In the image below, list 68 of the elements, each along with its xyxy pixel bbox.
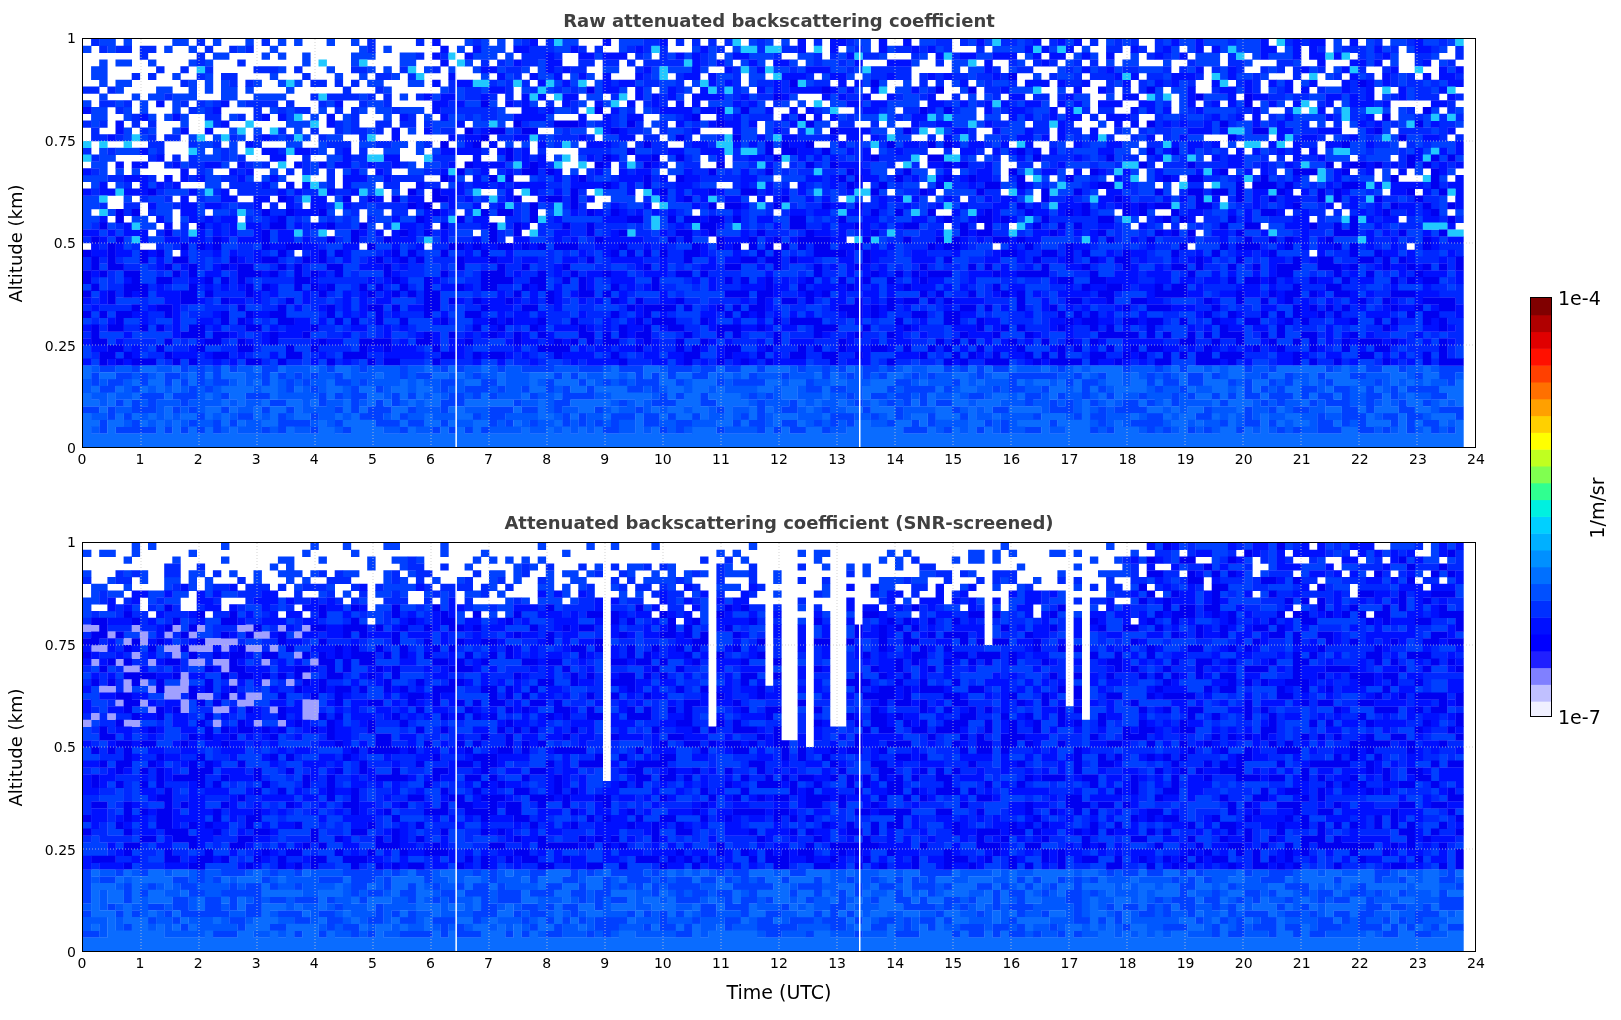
tick-label: 23: [1409, 451, 1427, 467]
tick-label: 1: [135, 451, 145, 467]
tick-label: 21: [1292, 451, 1311, 467]
chart-title: Raw attenuated backscattering coefficient: [563, 8, 995, 33]
tick-label: 0.25: [44, 841, 76, 858]
tick-label: 3: [251, 955, 261, 971]
tick-label: 1: [67, 30, 76, 46]
tick-label: 1e-7: [1558, 706, 1601, 728]
tick-label: 11: [712, 451, 730, 467]
tick-label: 16: [1002, 955, 1021, 971]
tick-label: 5: [367, 955, 377, 971]
tick-label: 14: [886, 955, 905, 971]
tick-label: 8: [542, 451, 552, 467]
tick-label: 0.75: [44, 132, 76, 149]
tick-label: 4: [309, 955, 319, 971]
tick-label: 12: [770, 451, 788, 467]
tick-label: 6: [426, 451, 435, 467]
tick-label: 0: [67, 944, 76, 960]
tick-label: 15: [944, 955, 963, 971]
tick-label: 11: [712, 955, 730, 971]
tick-label: 6: [426, 955, 435, 971]
tick-label: 18: [1118, 955, 1137, 971]
tick-label: 2: [193, 451, 203, 467]
axis-label: Time (UTC): [726, 980, 832, 1005]
tick-label: 19: [1176, 955, 1195, 971]
tick-label: 2: [193, 955, 203, 971]
tick-label: 1: [135, 955, 145, 971]
tick-label: 14: [886, 451, 905, 467]
axis-label: Altitude (km): [3, 183, 27, 303]
tick-label: 1: [67, 534, 76, 550]
axis-label: Altitude (km): [3, 687, 27, 807]
axis-label: 1/m/sr: [1585, 477, 1608, 539]
tick-label: 22: [1350, 451, 1369, 467]
tick-label: 7: [484, 955, 494, 971]
tick-label: 15: [944, 451, 963, 467]
tick-label: 22: [1350, 955, 1369, 971]
tick-label: 13: [828, 955, 846, 971]
tick-label: 8: [542, 955, 552, 971]
tick-label: 0: [77, 451, 87, 467]
tick-label: 24: [1467, 451, 1485, 467]
tick-label: 9: [600, 955, 610, 971]
tick-label: 0.75: [44, 636, 76, 653]
tick-label: 23: [1409, 955, 1427, 971]
chart-title: Attenuated backscattering coefficient (SNR-screened): [504, 511, 1054, 535]
tick-label: 7: [484, 451, 494, 467]
tick-label: 17: [1060, 451, 1079, 467]
tick-label: 3: [251, 451, 261, 467]
tick-label: 18: [1118, 451, 1137, 467]
tick-label: 10: [653, 451, 672, 467]
tick-label: 4: [309, 451, 319, 467]
tick-label: 12: [770, 955, 788, 971]
tick-label: 20: [1234, 451, 1253, 467]
tick-label: 5: [367, 451, 377, 467]
tick-label: 17: [1060, 955, 1079, 971]
tick-label: 0: [67, 440, 76, 456]
tick-label: 0.5: [53, 739, 76, 755]
tick-label: 10: [653, 955, 672, 971]
tick-label: 20: [1234, 955, 1253, 971]
tick-label: 0.25: [44, 337, 76, 354]
tick-label: 16: [1002, 451, 1021, 467]
tick-label: 21: [1292, 955, 1311, 971]
tick-label: 13: [828, 451, 846, 467]
tick-label: 19: [1176, 451, 1195, 467]
tick-label: 24: [1467, 955, 1485, 971]
tick-label: 0: [77, 955, 87, 971]
tick-label: 0.5: [53, 235, 76, 251]
tick-label: 1e-4: [1558, 287, 1601, 309]
tick-label: 9: [600, 451, 610, 467]
